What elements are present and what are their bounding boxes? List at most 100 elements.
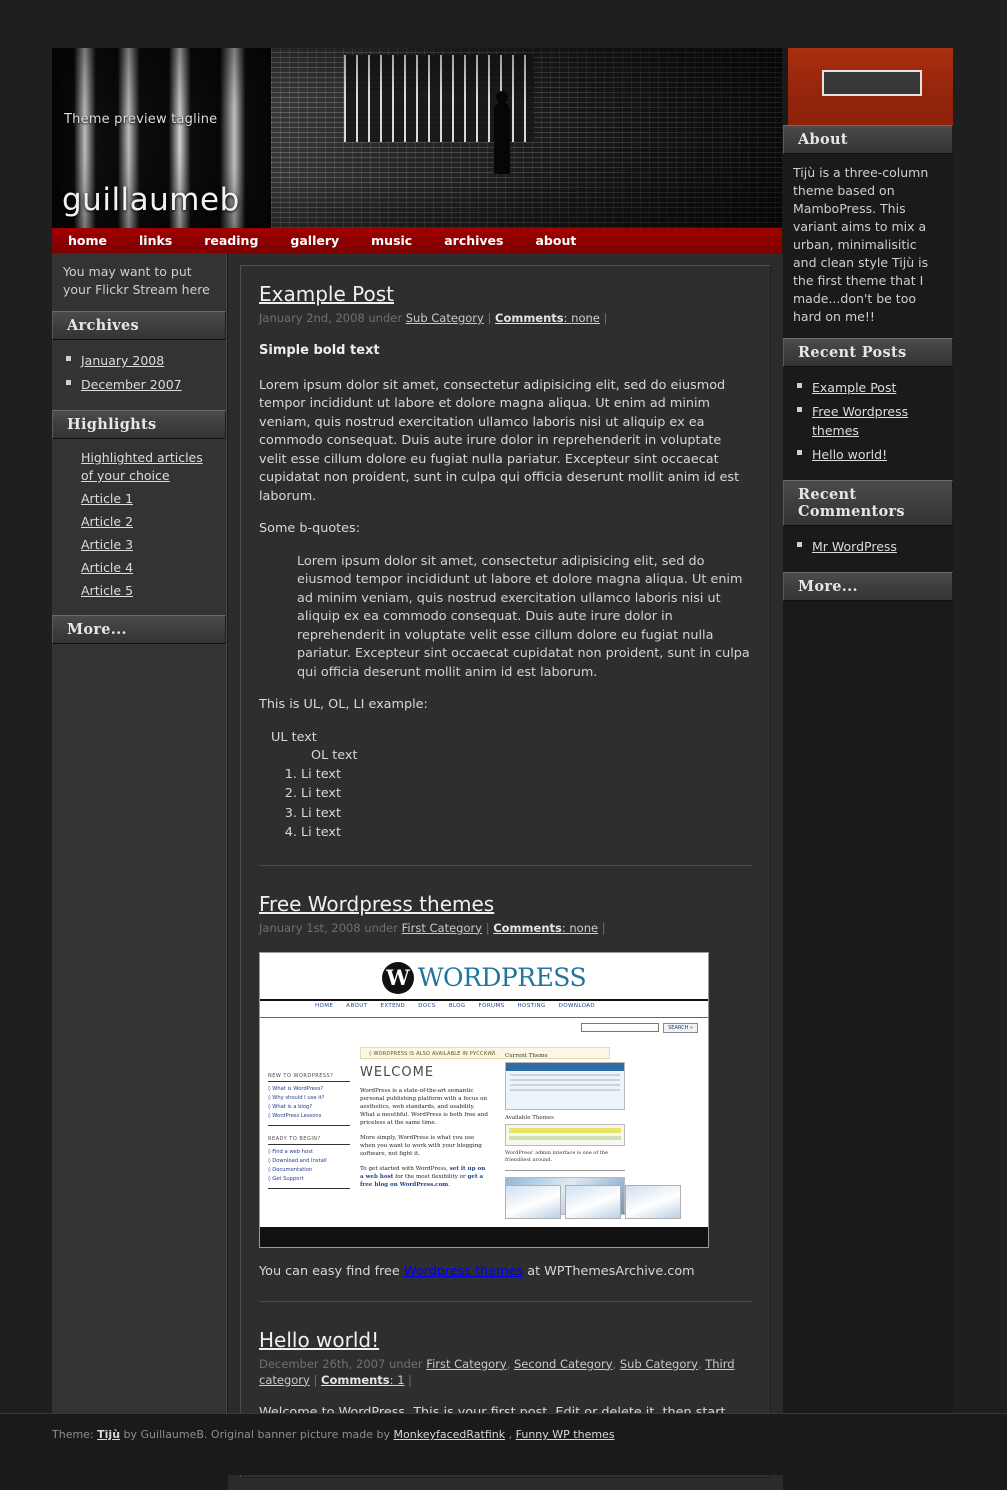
list-item: Article 2 bbox=[64, 511, 214, 531]
post-title-link[interactable]: Hello world! bbox=[259, 1328, 379, 1352]
content-box: Example Post January 2nd, 2008 under Sub… bbox=[240, 265, 771, 1478]
page-root: Theme preview tagline guillaumeb home li… bbox=[0, 0, 1007, 1490]
site-footer: Theme: Tijù by GuillaumeB. Original bann… bbox=[0, 1413, 1007, 1475]
wp-right-caption-2: Available Themes bbox=[505, 1114, 554, 1121]
meta-separator-end: | bbox=[408, 1372, 413, 1387]
nav-item-archives[interactable]: archives bbox=[428, 228, 519, 253]
highlight-link-article-4[interactable]: Article 4 bbox=[81, 559, 133, 577]
wp-nav-about: ABOUT bbox=[346, 1002, 368, 1009]
comments-value: 1 bbox=[397, 1372, 405, 1387]
commentor-link-mr-wordpress[interactable]: Mr WordPress bbox=[812, 539, 897, 554]
wp-left-heading-1: NEW TO WORDPRESS? bbox=[268, 1073, 350, 1082]
widget-body-recent-posts: Example Post Free Wordpress themes Hello… bbox=[783, 367, 953, 480]
meta-separator-end: | bbox=[601, 920, 606, 935]
caption-link-wordpress-themes[interactable]: Wordpress themes bbox=[404, 1264, 523, 1279]
widget-title-archives: Archives bbox=[52, 311, 226, 340]
wp-tile bbox=[565, 1184, 621, 1219]
post-title-link[interactable]: Example Post bbox=[259, 282, 394, 306]
wordpress-logo-icon: W bbox=[381, 961, 414, 994]
post-category-link-sub[interactable]: Sub Category bbox=[620, 1357, 698, 1371]
meta-separator: | bbox=[487, 311, 492, 325]
wp-logo-row: W WORDPRESS bbox=[260, 957, 708, 999]
wp-p3-mid: for the most flexibility or bbox=[393, 1173, 468, 1180]
wp-thumb-highlight bbox=[509, 1127, 621, 1133]
wp-rule-under-nav bbox=[260, 1016, 708, 1018]
wp-tile bbox=[625, 1184, 681, 1219]
recent-post-link-example-post[interactable]: Example Post bbox=[812, 380, 896, 395]
comments-label[interactable]: Comments bbox=[495, 311, 564, 325]
wp-theme-thumb-current bbox=[505, 1061, 625, 1110]
footer-credit-link[interactable]: MonkeyfacedRatfink bbox=[394, 1428, 506, 1441]
post-title: Hello world! bbox=[259, 1328, 752, 1352]
ol-wrapper: OL text Li text Li text Li text Li text bbox=[271, 747, 752, 843]
wp-paragraph-1: WordPress is a state-of-the-art semantic… bbox=[360, 1087, 488, 1126]
footer-last-link[interactable]: Funny WP themes bbox=[516, 1428, 615, 1441]
right-sidebar-spacer bbox=[783, 48, 953, 125]
recent-post-link-free-wordpress-themes[interactable]: Free Wordpress themes bbox=[812, 404, 908, 438]
comments-label[interactable]: Comments bbox=[493, 921, 562, 935]
list-item: Article 4 bbox=[64, 557, 214, 577]
archive-link-december-2007[interactable]: December 2007 bbox=[81, 377, 182, 392]
archive-link-january-2008[interactable]: January 2008 bbox=[81, 353, 164, 368]
site-header-banner: Theme preview tagline guillaumeb bbox=[52, 48, 782, 228]
footer-pre: Theme: bbox=[52, 1428, 98, 1441]
wp-tile bbox=[505, 1184, 561, 1219]
footer-theme-link[interactable]: Tijù bbox=[97, 1428, 120, 1441]
nav-item-gallery[interactable]: gallery bbox=[274, 228, 355, 253]
post-category-link-second[interactable]: Second Category bbox=[514, 1357, 613, 1371]
wp-left-link: ◊ Why should I use it? bbox=[268, 1094, 325, 1101]
page-margin-right bbox=[953, 48, 1007, 1413]
widget-title-about: About bbox=[783, 125, 953, 154]
bquote-intro: Some b-quotes: bbox=[259, 521, 361, 536]
caption-pre: You can easy find free bbox=[259, 1263, 404, 1279]
recent-post-link-hello-world[interactable]: Hello world! bbox=[812, 447, 887, 462]
post-bold-lead: Simple bold text bbox=[259, 343, 380, 358]
ol-item: OL text bbox=[311, 748, 358, 763]
about-text: Tijù is a three-column theme based on Ma… bbox=[793, 165, 929, 324]
post-category-link[interactable]: Sub Category bbox=[406, 311, 484, 325]
nav-item-links[interactable]: links bbox=[123, 228, 188, 253]
wp-main-column: WELCOME WordPress is a state-of-the-art … bbox=[360, 1065, 490, 1196]
archives-list: January 2008 December 2007 bbox=[64, 350, 214, 393]
wp-left-heading-2: READY TO BEGIN? bbox=[268, 1136, 350, 1145]
widget-title-more-left[interactable]: More... bbox=[52, 615, 226, 644]
left-sidebar: You may want to put your Flickr Stream h… bbox=[52, 253, 227, 1461]
nav-item-music[interactable]: music bbox=[355, 228, 428, 253]
highlight-link-article-3[interactable]: Article 3 bbox=[81, 536, 133, 554]
list-item: Li text bbox=[301, 824, 752, 843]
widget-body-recent-commentors: Mr WordPress bbox=[783, 526, 953, 572]
widget-body-archives: January 2008 December 2007 bbox=[52, 340, 226, 410]
highlight-link-article-5[interactable]: Article 5 bbox=[81, 582, 133, 600]
nav-item-about[interactable]: about bbox=[519, 228, 592, 253]
widget-body-highlights: Highlighted articles of your choice Arti… bbox=[52, 439, 226, 615]
list-item: Li text bbox=[301, 785, 752, 804]
wp-nav-docs: DOCS bbox=[418, 1002, 436, 1009]
wp-nav-home: HOME bbox=[315, 1002, 334, 1009]
wp-left-link: ◊ Find a web host bbox=[268, 1148, 313, 1155]
nav-item-reading[interactable]: reading bbox=[188, 228, 274, 253]
wp-nav-download: DOWNLOAD bbox=[558, 1002, 596, 1009]
highlight-link-article-2[interactable]: Article 2 bbox=[81, 513, 133, 531]
wp-left-link: ◊ What is a blog? bbox=[268, 1103, 313, 1110]
post-body: Simple bold text Lorem ipsum dolor sit a… bbox=[259, 342, 752, 843]
highlight-link-intro[interactable]: Highlighted articles of your choice bbox=[81, 449, 214, 485]
wp-thumb-line bbox=[510, 1078, 620, 1081]
comments-label[interactable]: Comments bbox=[321, 1373, 390, 1387]
caption-post: at WPThemesArchive.com bbox=[523, 1263, 695, 1279]
wp-thumb-line bbox=[510, 1083, 620, 1086]
comments-value: none bbox=[571, 311, 600, 325]
highlight-link-article-1[interactable]: Article 1 bbox=[81, 490, 133, 508]
nav-item-home[interactable]: home bbox=[52, 228, 123, 253]
flickr-stream-note: You may want to put your Flickr Stream h… bbox=[63, 264, 210, 297]
post-category-link[interactable]: First Category bbox=[402, 921, 482, 935]
footer-separator: , bbox=[505, 1428, 516, 1441]
wp-search-input bbox=[581, 1023, 660, 1032]
list-item: December 2007 bbox=[64, 374, 214, 393]
footer-credits: Theme: Tijù by GuillaumeB. Original bann… bbox=[0, 1414, 1007, 1441]
widget-title-more-right[interactable]: More... bbox=[783, 572, 953, 601]
post-category-link-first[interactable]: First Category bbox=[426, 1357, 506, 1371]
post-title-link[interactable]: Free Wordpress themes bbox=[259, 892, 494, 916]
wp-admin-caption: WordPress' admin interface is one of the… bbox=[505, 1149, 609, 1163]
recent-commentors-list: Mr WordPress bbox=[795, 536, 941, 555]
widget-title-highlights: Highlights bbox=[52, 410, 226, 439]
